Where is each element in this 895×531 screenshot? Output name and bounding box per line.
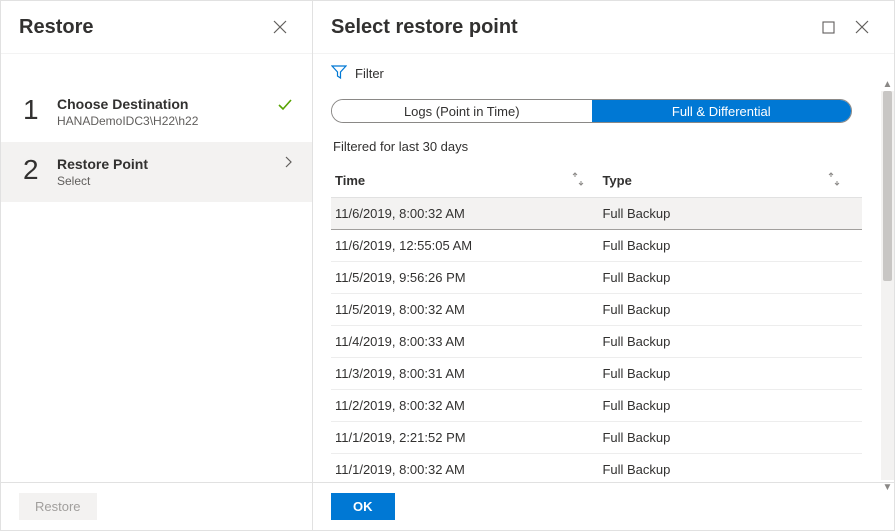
table-row[interactable]: 11/4/2019, 8:00:33 AMFull Backup (331, 326, 862, 358)
filtered-message: Filtered for last 30 days (333, 139, 862, 154)
cell-type: Full Backup (602, 430, 858, 445)
restore-header: Restore (1, 1, 312, 54)
cell-type: Full Backup (602, 366, 858, 381)
maximize-icon[interactable] (814, 13, 842, 41)
filter-label: Filter (355, 66, 384, 81)
cell-time: 11/1/2019, 2:21:52 PM (335, 430, 602, 445)
checkmark-icon (276, 96, 294, 114)
ok-button[interactable]: OK (331, 493, 395, 520)
filter-icon (331, 64, 347, 83)
table-row[interactable]: 11/6/2019, 8:00:32 AMFull Backup (331, 198, 862, 230)
step-title: Choose Destination (57, 96, 262, 112)
cell-type: Full Backup (602, 462, 858, 477)
scroll-thumb[interactable] (883, 93, 892, 281)
cell-type: Full Backup (602, 334, 858, 349)
select-restore-point-panel: Select restore point Filter Logs (Point … (313, 1, 894, 530)
table-row[interactable]: 11/5/2019, 8:00:32 AMFull Backup (331, 294, 862, 326)
column-time[interactable]: Time (335, 172, 602, 189)
scroll-down-icon[interactable]: ▼ (881, 480, 894, 482)
restore-points-table: 11/6/2019, 8:00:32 AMFull Backup11/6/201… (331, 198, 862, 482)
table-row[interactable]: 11/1/2019, 8:00:32 AMFull Backup (331, 454, 862, 482)
cell-time: 11/4/2019, 8:00:33 AM (335, 334, 602, 349)
filter-button[interactable]: Filter (313, 54, 894, 93)
table-row[interactable]: 11/3/2019, 8:00:31 AMFull Backup (331, 358, 862, 390)
restore-footer: Restore (1, 482, 312, 530)
step-number: 1 (23, 96, 43, 124)
restore-button[interactable]: Restore (19, 493, 97, 520)
cell-time: 11/3/2019, 8:00:31 AM (335, 366, 602, 381)
cell-time: 11/5/2019, 8:00:32 AM (335, 302, 602, 317)
restore-title: Restore (19, 16, 93, 39)
cell-type: Full Backup (602, 206, 858, 221)
cell-time: 11/6/2019, 12:55:05 AM (335, 238, 602, 253)
tab-logs[interactable]: Logs (Point in Time) (332, 100, 592, 122)
wizard-steps: 1 Choose Destination HANADemoIDC3\H22\h2… (1, 54, 312, 482)
cell-time: 11/5/2019, 9:56:26 PM (335, 270, 602, 285)
restore-panel: Restore 1 Choose Destination HANADemoIDC… (1, 1, 313, 530)
cell-type: Full Backup (602, 238, 858, 253)
select-restore-point-footer: OK (313, 482, 894, 530)
close-icon[interactable] (848, 13, 876, 41)
chevron-right-icon (282, 156, 294, 168)
tab-full-differential[interactable]: Full & Differential (592, 100, 852, 122)
table-header: Time Type (331, 164, 862, 198)
restore-point-content: Logs (Point in Time) Full & Differential… (313, 93, 894, 482)
select-restore-point-title: Select restore point (331, 16, 518, 39)
step-subtitle: HANADemoIDC3\H22\h22 (57, 114, 262, 128)
table-row[interactable]: 11/6/2019, 12:55:05 AMFull Backup (331, 230, 862, 262)
cell-type: Full Backup (602, 398, 858, 413)
cell-time: 11/1/2019, 8:00:32 AM (335, 462, 602, 477)
mode-tabs: Logs (Point in Time) Full & Differential (331, 99, 852, 123)
table-row[interactable]: 11/5/2019, 9:56:26 PMFull Backup (331, 262, 862, 294)
cell-time: 11/6/2019, 8:00:32 AM (335, 206, 602, 221)
step-choose-destination[interactable]: 1 Choose Destination HANADemoIDC3\H22\h2… (1, 82, 312, 142)
step-title: Restore Point (57, 156, 268, 172)
select-restore-point-header: Select restore point (313, 1, 894, 54)
table-row[interactable]: 11/2/2019, 8:00:32 AMFull Backup (331, 390, 862, 422)
sort-icon (572, 172, 584, 189)
cell-type: Full Backup (602, 270, 858, 285)
close-icon[interactable] (266, 13, 294, 41)
cell-time: 11/2/2019, 8:00:32 AM (335, 398, 602, 413)
cell-type: Full Backup (602, 302, 858, 317)
step-number: 2 (23, 156, 43, 184)
table-row[interactable]: 11/1/2019, 2:21:52 PMFull Backup (331, 422, 862, 454)
step-restore-point[interactable]: 2 Restore Point Select (1, 142, 312, 202)
step-subtitle: Select (57, 174, 268, 188)
column-type[interactable]: Type (602, 172, 858, 189)
sort-icon (828, 172, 840, 189)
scrollbar[interactable]: ▲ ▼ (881, 93, 894, 480)
